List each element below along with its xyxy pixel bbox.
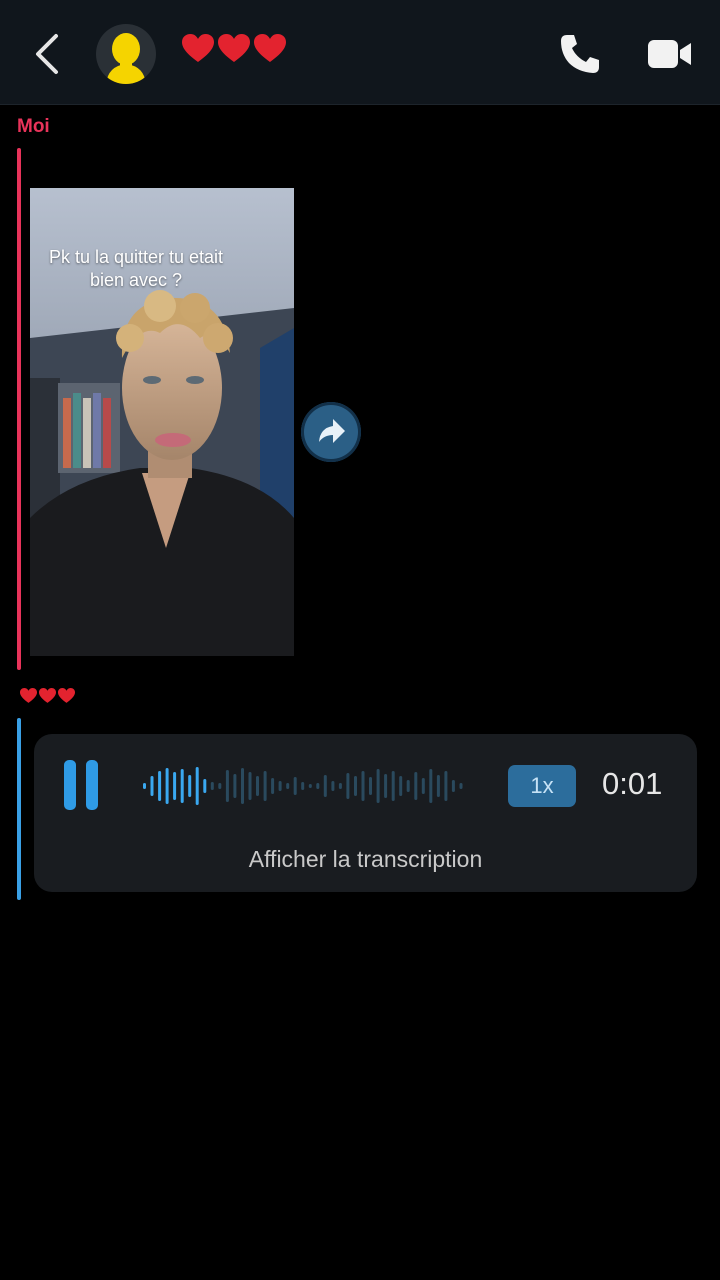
waveform-bar xyxy=(210,782,214,790)
waveform-bar xyxy=(188,775,192,797)
waveform-bar xyxy=(361,771,365,801)
sender-label: Moi xyxy=(17,116,50,137)
heart-icon xyxy=(58,688,75,703)
share-arrow-icon xyxy=(319,419,345,443)
heart-icon xyxy=(182,34,214,62)
waveform-bar xyxy=(278,781,282,791)
waveform-bar xyxy=(459,783,463,789)
sender-bar xyxy=(17,148,21,670)
voice-note: 1x 0:01 Afficher la transcription xyxy=(34,734,697,892)
video-camera-icon[interactable] xyxy=(646,34,694,74)
waveform-bar xyxy=(354,776,357,796)
waveform-bar xyxy=(323,775,327,797)
heart-icon xyxy=(254,34,286,62)
waveform-bar xyxy=(429,769,433,803)
waveform-bar xyxy=(195,767,199,805)
waveform-bar xyxy=(165,768,169,804)
waveform-bar xyxy=(286,783,290,789)
waveform-bar xyxy=(293,777,297,795)
waveform-bar xyxy=(173,772,177,800)
waveform-bar xyxy=(369,777,372,795)
pause-icon xyxy=(64,760,76,810)
chevron-left-icon[interactable] xyxy=(30,32,66,76)
share-button[interactable] xyxy=(301,402,361,462)
waveform-bar xyxy=(241,768,244,804)
avatar[interactable] xyxy=(96,24,156,84)
contact-name[interactable] xyxy=(182,34,286,64)
video-snap[interactable]: Pk tu la quitter tu etait bien avec ? xyxy=(30,188,294,656)
waveform-bar xyxy=(180,769,184,803)
waveform-bar xyxy=(225,770,229,802)
waveform-bar xyxy=(406,780,410,792)
waveform-bar xyxy=(444,771,448,801)
waveform-bar xyxy=(248,772,252,800)
waveform-bar xyxy=(158,771,162,801)
waveform-bar xyxy=(316,783,320,789)
pause-button[interactable] xyxy=(64,760,104,812)
waveform-bar xyxy=(308,784,312,788)
waveform-bar xyxy=(391,771,395,801)
bitmoji-avatar-icon xyxy=(106,33,146,84)
voice-duration: 0:01 xyxy=(602,766,663,801)
waveform-bar xyxy=(331,781,335,791)
waveform-bar xyxy=(301,782,305,790)
waveform-bar xyxy=(346,773,350,799)
waveform-bar xyxy=(233,774,237,798)
waveform-bar xyxy=(451,780,455,792)
playback-speed-button[interactable]: 1x xyxy=(508,765,576,807)
waveform-bar xyxy=(256,776,259,796)
waveform-bar xyxy=(376,769,380,803)
snap-caption: Pk tu la quitter tu etait bien avec ? xyxy=(48,247,224,290)
waveform-bar xyxy=(436,775,440,797)
pause-icon-bar xyxy=(86,760,98,810)
phone-icon[interactable] xyxy=(558,32,602,76)
waveform-bar xyxy=(143,783,146,789)
waveform-bar xyxy=(399,776,403,796)
waveform-bar xyxy=(218,783,222,789)
heart-icon xyxy=(218,34,250,62)
voice-waveform[interactable] xyxy=(142,760,466,812)
waveform-bar xyxy=(414,772,418,800)
waveform-bar xyxy=(384,774,388,798)
waveform-bar xyxy=(203,779,207,793)
reaction-hearts xyxy=(20,688,75,704)
waveform-bar xyxy=(421,778,425,794)
show-transcript-link[interactable]: Afficher la transcription xyxy=(34,846,697,873)
voice-sender-bar xyxy=(17,718,21,900)
heart-icon xyxy=(20,688,37,703)
waveform-bar xyxy=(150,776,154,796)
waveform-bar xyxy=(271,778,275,794)
waveform-bar xyxy=(263,771,267,801)
heart-icon xyxy=(39,688,56,703)
chat-header xyxy=(0,0,720,105)
waveform-bar xyxy=(338,783,342,789)
